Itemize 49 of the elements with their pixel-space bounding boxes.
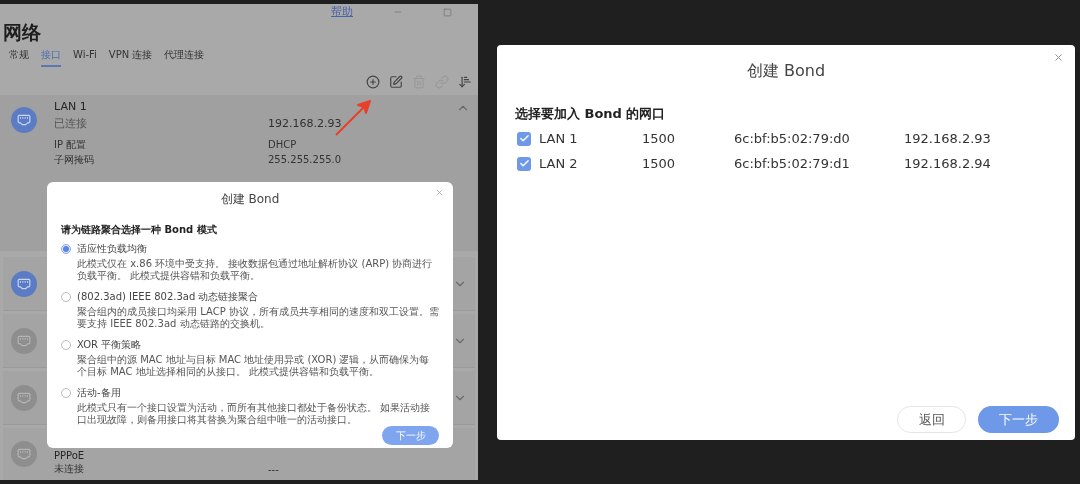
option-description: 聚合组中的源 MAC 地址与目标 MAC 地址使用异或 (XOR) 逻辑，从而确保为每个目标 MAC 地址选择相同的从接口。 此模式提供容错和负载平衡。 (77, 354, 431, 378)
detail-label: 子网掩码 (54, 152, 95, 167)
dialog-title: 创建 Bond (745, 60, 827, 82)
add-icon[interactable] (366, 74, 380, 89)
port-mtu: 1500 (642, 129, 677, 148)
dialog-heading: 请为链路聚合选择一种 Bond 模式 (61, 223, 218, 237)
port-mtu: 1500 (642, 154, 677, 173)
interface-status: 未连接 (54, 461, 85, 476)
next-button[interactable]: 下一步 (978, 406, 1059, 433)
dialog-heading: 选择要加入 Bond 的网口 (515, 105, 667, 123)
close-icon[interactable] (1053, 52, 1064, 63)
radio-button[interactable] (61, 292, 71, 302)
radio-button[interactable] (61, 388, 71, 398)
checkbox[interactable] (517, 156, 531, 171)
option-label: 活动-备用 (77, 386, 121, 400)
port-mac: 6c:bf:b5:02:79:d1 (734, 154, 851, 173)
option-description: 聚合组内的成员接口均采用 LACP 协议，所有成员共享相同的速度和双工设置。需要支持 IEEE 802.3ad 动态链路的交换机。 (77, 306, 439, 330)
option-description: 此模式只有一个接口设置为活动，而所有其他接口都处于备份状态。 如果活动接口出现故障，则备用接口将其替换为聚合组中唯一的活动接口。 (77, 402, 432, 426)
port-ip: 192.168.2.94 (904, 154, 991, 173)
port-name: LAN 2 (539, 154, 579, 173)
maximize-icon[interactable] (443, 7, 452, 17)
radio-button[interactable] (61, 244, 71, 254)
option-label: XOR 平衡策略 (77, 338, 142, 352)
interface-status: 已连接 (54, 115, 88, 132)
interface-name: PPPoE (54, 448, 86, 462)
option-label: 适应性负载均衡 (77, 242, 147, 256)
close-icon[interactable] (435, 188, 444, 197)
checkbox[interactable] (517, 131, 531, 146)
interface-name: LAN 1 (54, 98, 88, 115)
interface-ip: 192.168.2.93 (268, 115, 343, 132)
detail-label: IP 配置 (54, 137, 88, 152)
sort-icon[interactable] (458, 74, 472, 89)
radio-button[interactable] (61, 340, 71, 350)
tab[interactable]: Wi-Fi (73, 47, 97, 67)
interface-ip: --- (268, 462, 279, 477)
edit-icon[interactable] (389, 74, 403, 89)
back-button[interactable]: 返回 (897, 406, 966, 433)
option-description: 此模式仅在 x.86 环境中受支持。 接收数据包通过地址解析协议 (ARP) 协商进行负载平衡。 此模式提供容错和负载平衡。 (77, 258, 434, 282)
tab[interactable]: 代理连接 (164, 47, 205, 67)
dialog-title: 创建 Bond (219, 191, 281, 208)
port-ip: 192.168.2.93 (904, 129, 991, 148)
tab[interactable]: VPN 连接 (108, 47, 153, 67)
port-mac: 6c:bf:b5:02:79:d0 (734, 129, 851, 148)
window-title: 网络 (2, 20, 42, 44)
option-label: (802.3ad) IEEE 802.3ad 动态链接聚合 (77, 290, 259, 304)
detail-value: 255.255.255.0 (268, 152, 342, 167)
tab[interactable]: 常规 (9, 47, 29, 67)
port-name: LAN 1 (539, 129, 579, 148)
detail-value: DHCP (268, 137, 297, 152)
